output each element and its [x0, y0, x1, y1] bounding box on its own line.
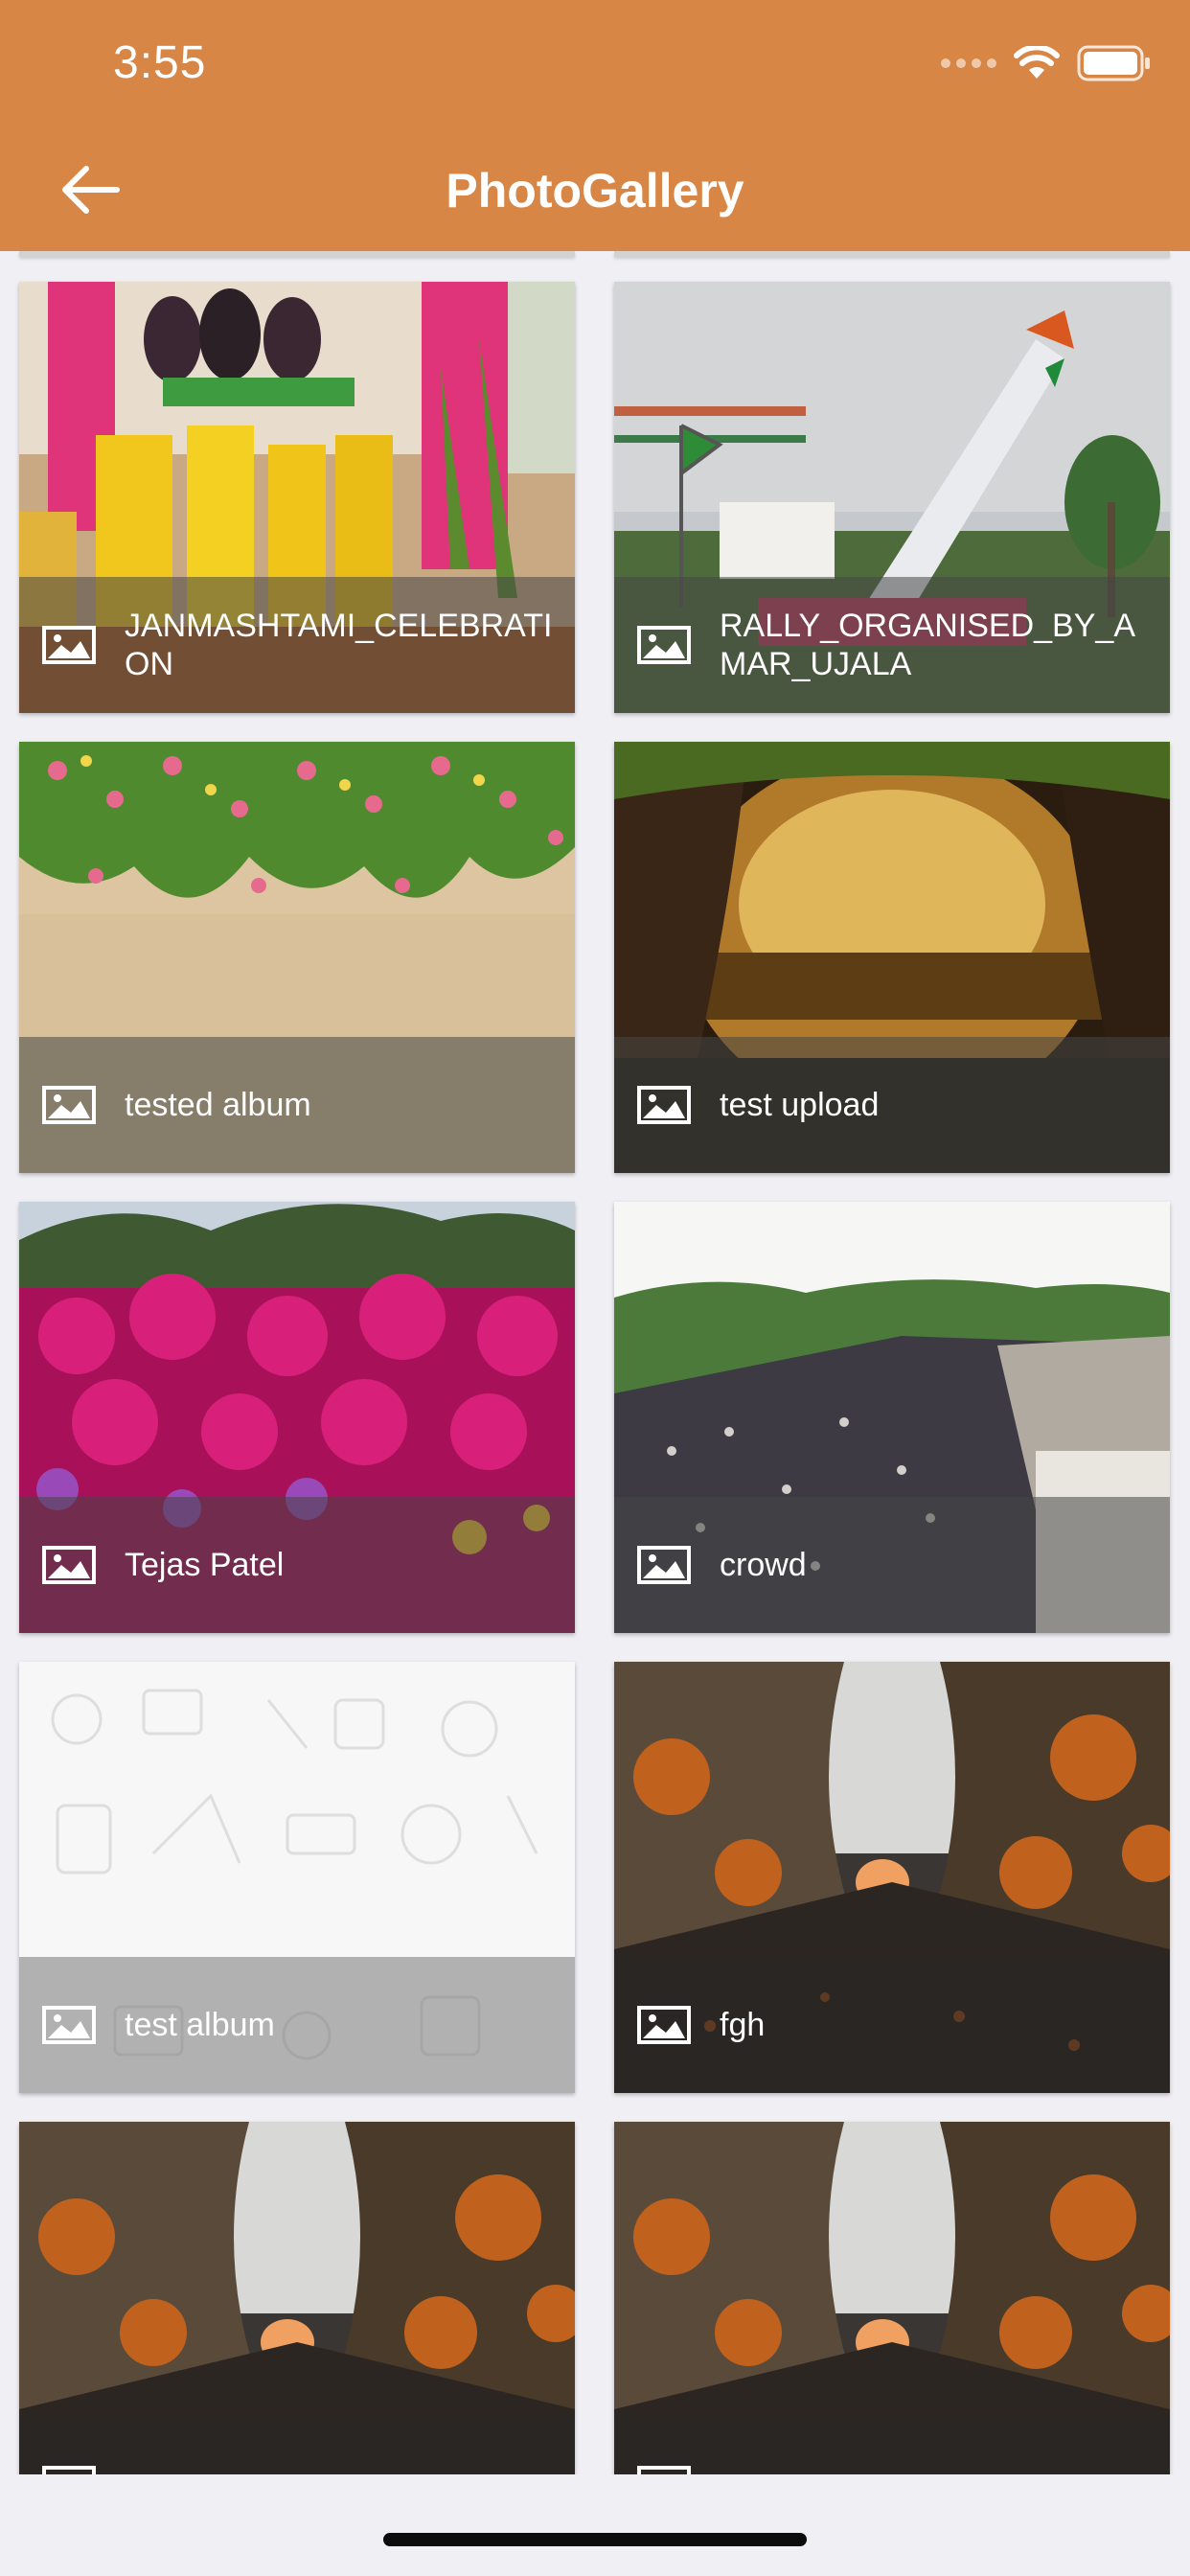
album-title: crowd — [720, 1547, 807, 1583]
album-title: tested album — [125, 1087, 311, 1123]
image-icon — [42, 626, 96, 664]
album-title: JANMASHTAMI_CELEBRATION — [125, 608, 553, 682]
image-icon — [637, 2006, 691, 2044]
album-title: RALLY_ORGANISED_BY_AMAR_UJALA — [720, 608, 1135, 682]
album-card[interactable]: crowd — [614, 1202, 1170, 1633]
status-time: 3:55 — [113, 37, 207, 88]
image-icon — [42, 2466, 96, 2474]
album-card[interactable] — [614, 2122, 1170, 2474]
image-icon — [637, 1086, 691, 1124]
album-title: fgh — [720, 2007, 766, 2043]
battery-icon — [1077, 45, 1150, 81]
image-icon — [637, 2466, 691, 2474]
album-card[interactable]: tested album — [19, 742, 575, 1173]
album-caption: Tejas Patel — [19, 1497, 575, 1633]
signal-icon — [941, 58, 996, 68]
album-caption: crowd — [614, 1497, 1170, 1633]
album-title: Tejas Patel — [125, 1547, 285, 1583]
navigation-header: 3:55 PhotoGallery — [0, 0, 1190, 251]
album-card[interactable]: JANMASHTAMI_CELEBRATION — [19, 282, 575, 713]
wifi-icon — [1014, 46, 1060, 79]
page-title: PhotoGallery — [446, 164, 744, 218]
album-title: test upload — [720, 1087, 880, 1123]
album-card[interactable]: test upload — [614, 742, 1170, 1173]
status-icons — [941, 42, 1152, 84]
album-caption: RALLY_ORGANISED_BY_AMAR_UJALA — [614, 577, 1170, 713]
album-title: test album — [125, 2007, 275, 2043]
album-caption — [19, 2417, 575, 2474]
image-icon — [42, 1546, 96, 1584]
image-icon — [637, 626, 691, 664]
album-caption: fgh — [614, 1957, 1170, 2093]
home-indicator[interactable] — [383, 2533, 807, 2546]
album-caption — [614, 2417, 1170, 2474]
album-card[interactable]: test album — [19, 1662, 575, 2093]
album-caption: tested album — [19, 1037, 575, 1173]
album-caption: JANMASHTAMI_CELEBRATION — [19, 577, 575, 713]
album-card[interactable]: Tejas Patel — [19, 1202, 575, 1633]
album-card[interactable] — [19, 2122, 575, 2474]
album-card[interactable]: fgh — [614, 1662, 1170, 2093]
partial-card[interactable] — [19, 251, 575, 257]
image-icon — [42, 1086, 96, 1124]
album-caption: test album — [19, 1957, 575, 2093]
image-icon — [42, 2006, 96, 2044]
image-icon — [637, 1546, 691, 1584]
partial-card[interactable] — [614, 251, 1170, 257]
album-card[interactable]: RALLY_ORGANISED_BY_AMAR_UJALA — [614, 282, 1170, 713]
album-caption: test upload — [614, 1037, 1170, 1173]
album-grid[interactable]: JANMASHTAMI_CELEBRATION RALLY_ORGANISED_… — [0, 251, 1190, 2474]
